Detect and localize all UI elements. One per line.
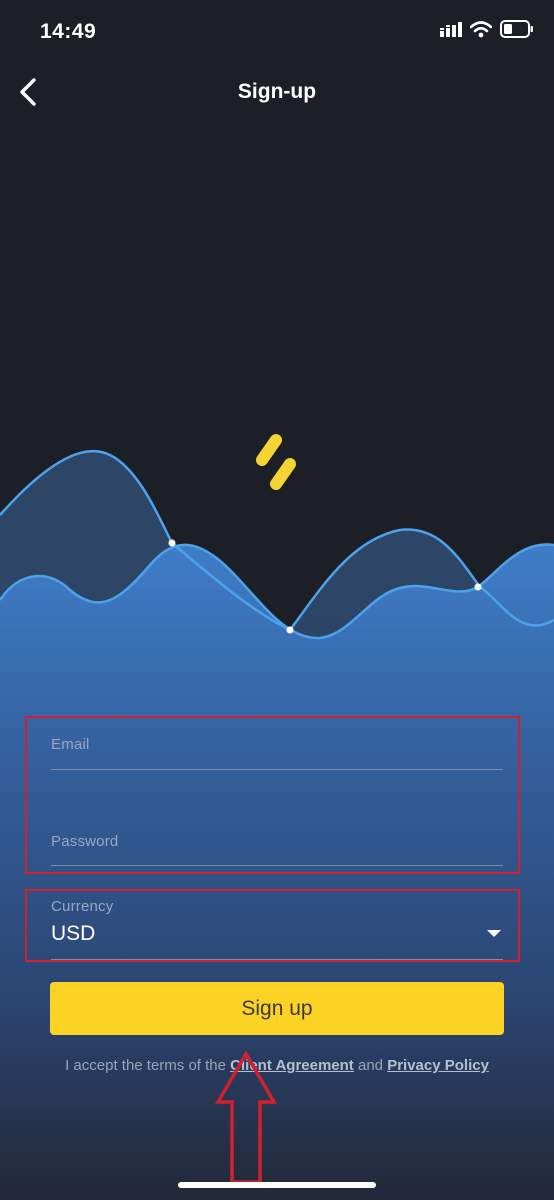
signal-icon [440,21,462,42]
signup-screen: 14:49 Sign-up Email Password Currency US… [0,0,554,1200]
wifi-icon [469,20,493,43]
annotation-arrow-icon [214,1050,278,1184]
logo-icon [256,434,296,490]
status-time: 14:49 [40,20,97,43]
privacy-policy-link[interactable]: Privacy Policy [387,1057,489,1074]
terms-prefix: I accept the terms of the [65,1057,231,1074]
annotation-box-credentials [25,716,520,874]
terms-and: and [353,1057,388,1074]
signup-button[interactable]: Sign up [50,982,504,1035]
status-icons [440,20,534,43]
annotation-box-currency [25,889,520,962]
page-title: Sign-up [237,80,317,103]
home-indicator[interactable] [178,1182,376,1188]
status-bar: 14:49 [0,0,554,66]
battery-icon [500,20,534,43]
